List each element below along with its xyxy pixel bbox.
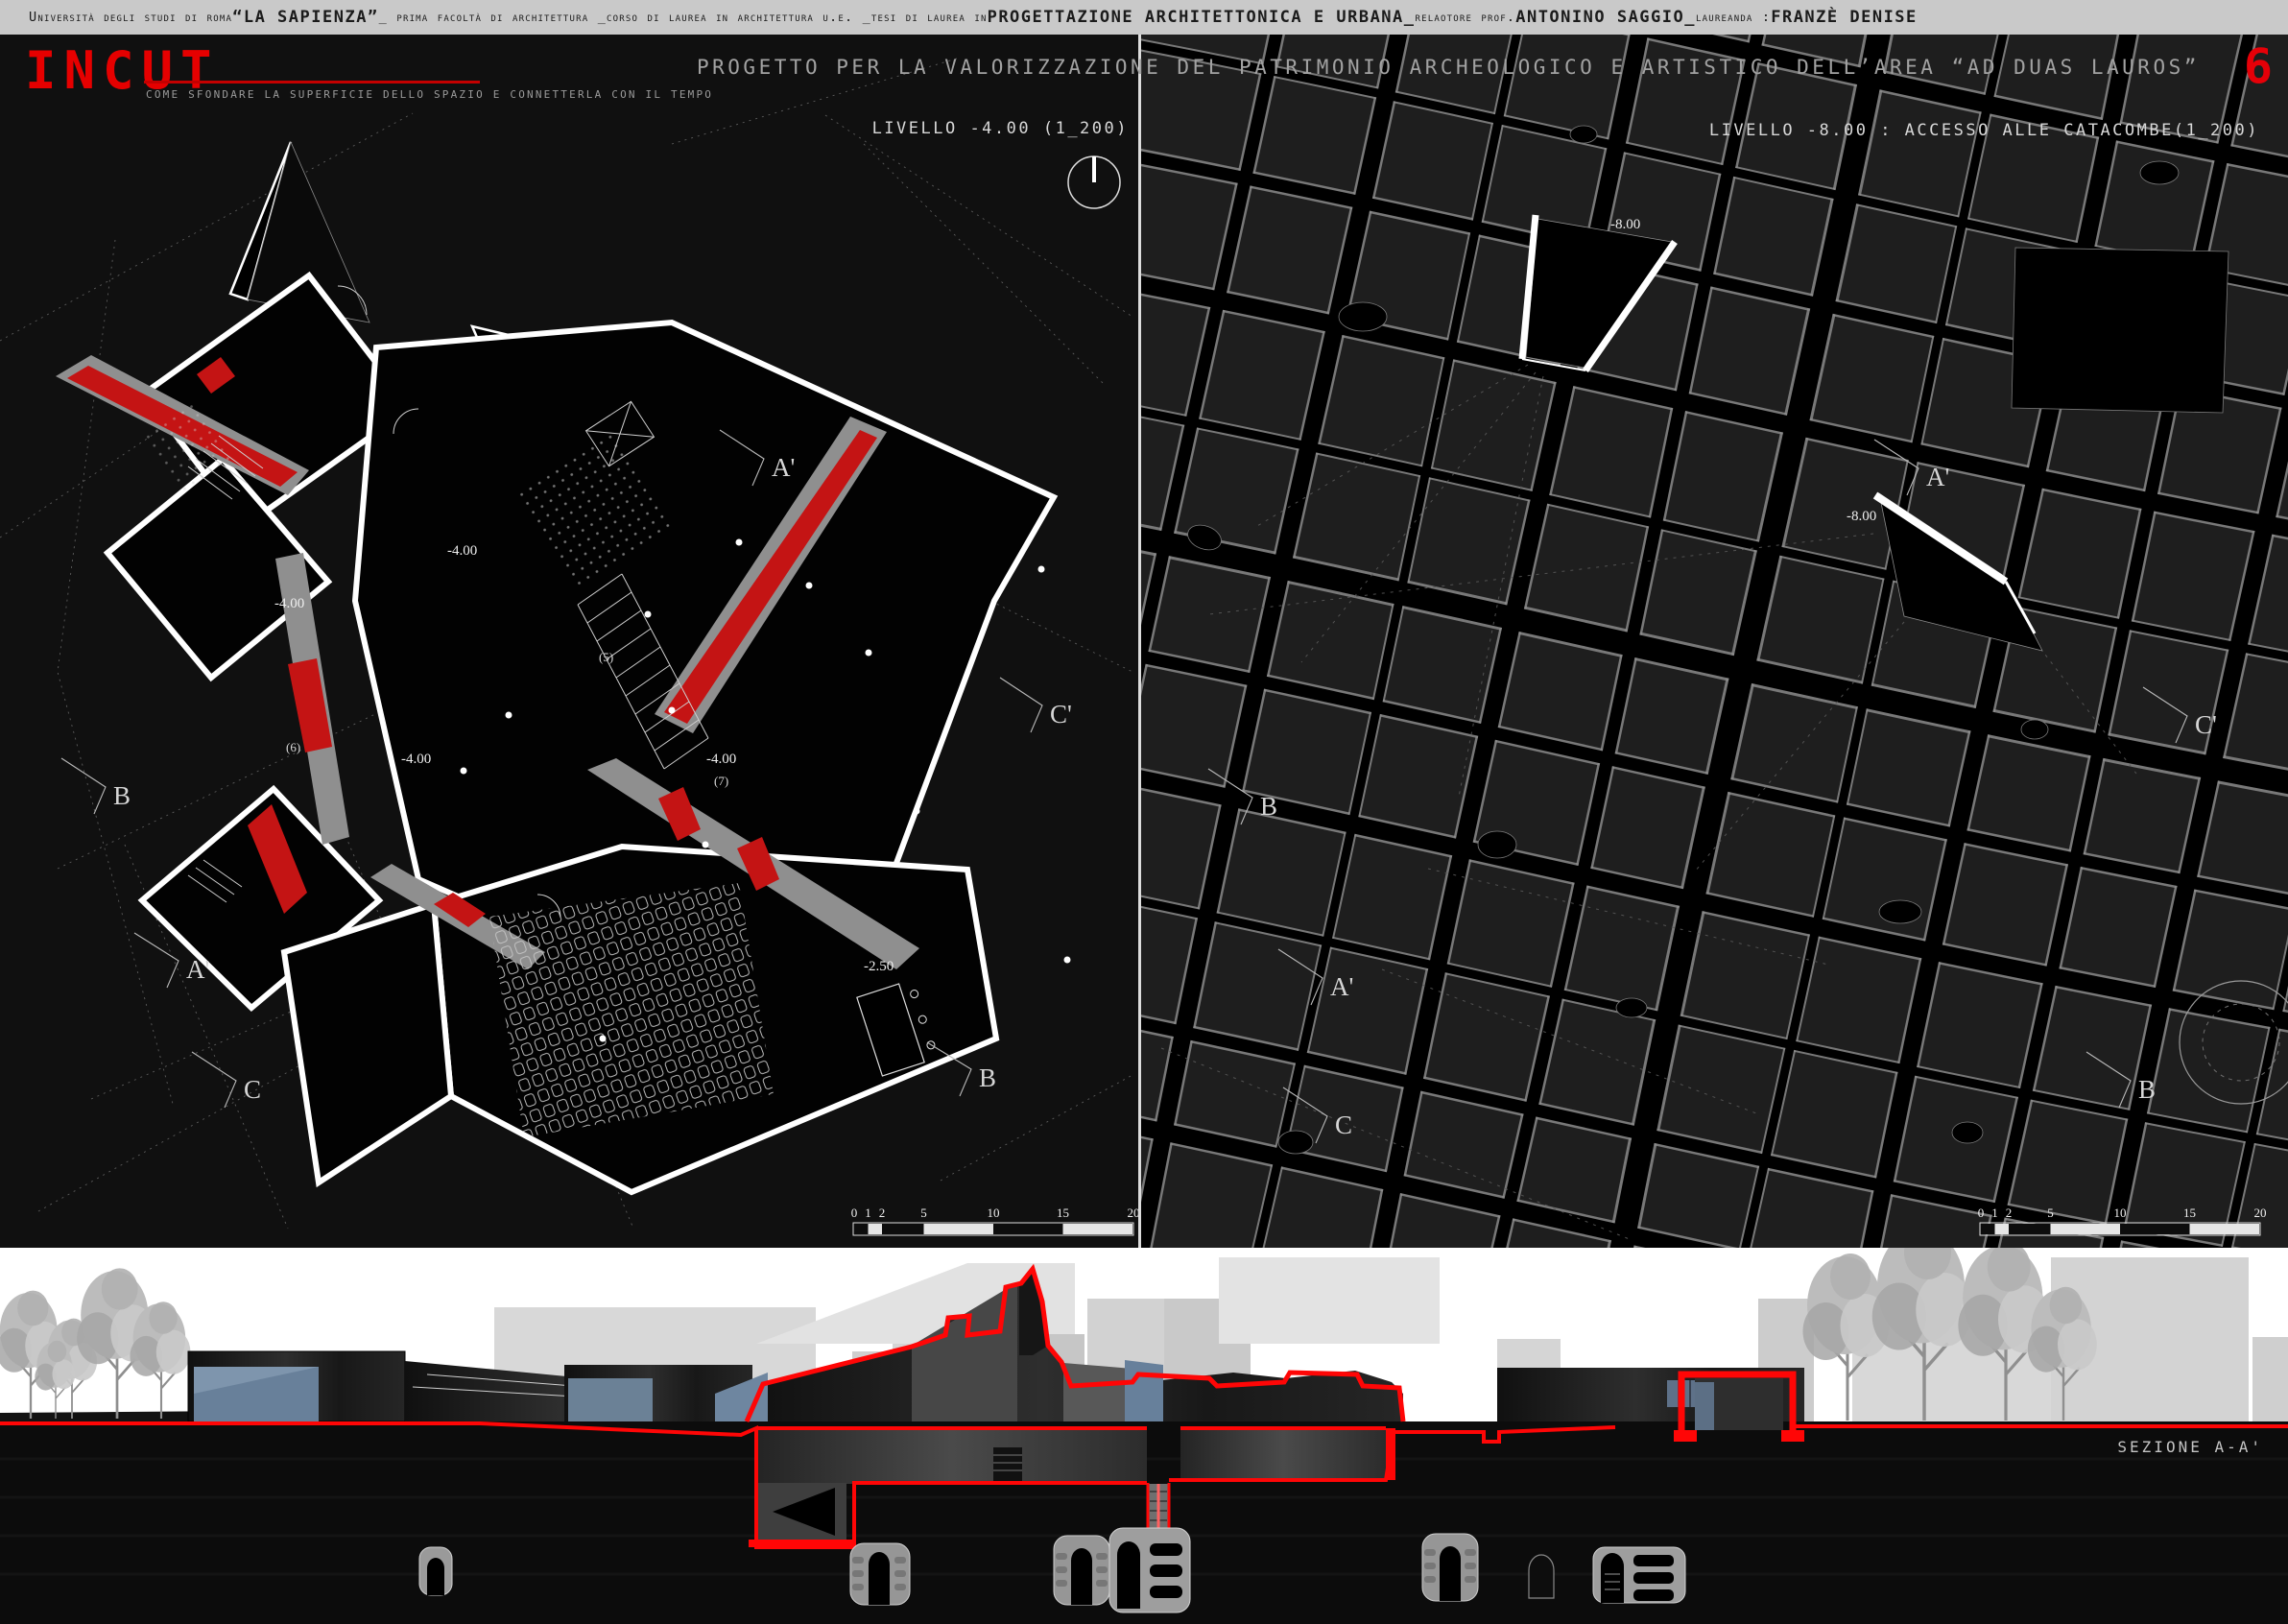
right-panel-subtitle: LIVELLO -8.00 : ACCESSO ALLE CATACOMBE(1… (1709, 121, 2259, 140)
auditorium-seats (489, 883, 774, 1137)
page-number: 6 (2244, 38, 2273, 94)
svg-text:10: 10 (988, 1206, 1000, 1220)
svg-text:20: 20 (2254, 1206, 2267, 1220)
svg-text:2: 2 (2006, 1206, 2013, 1220)
header-university: Università degli studi di roma (29, 10, 232, 25)
section-strip: SEZIONE A-A' (0, 1248, 2288, 1624)
svg-text:10: 10 (2114, 1206, 2127, 1220)
level-label: -4.00 (401, 752, 431, 767)
logo-underline (144, 81, 480, 84)
plans-graphics: -4.00 -4.00 -4.00 -4.00 -2.50 (5) (6) (7… (0, 35, 2288, 1248)
svg-text:C': C' (2195, 710, 2217, 739)
header-bar: Università degli studi di roma “LA SAPIE… (0, 0, 2288, 35)
header-faculty: _ prima facoltà di architettura _corso d… (379, 10, 988, 25)
niche (850, 1543, 910, 1605)
level-label: -2.50 (864, 959, 894, 974)
svg-text:5: 5 (920, 1206, 927, 1220)
niche (419, 1547, 452, 1595)
catacomb-chamber (1593, 1547, 1685, 1603)
glass-panel (568, 1378, 653, 1421)
svg-text:2: 2 (879, 1206, 886, 1220)
svg-text:0: 0 (851, 1206, 858, 1220)
svg-text:15: 15 (2183, 1206, 2196, 1220)
left-panel-plan: -4.00 -4.00 -4.00 -4.00 -2.50 (5) (6) (7… (0, 35, 1140, 1248)
section-label: SEZIONE A-A' (2117, 1438, 2263, 1456)
niche (1422, 1534, 1478, 1601)
svg-text:B: B (2138, 1075, 2156, 1104)
room-number: (6) (286, 740, 300, 754)
svg-text:A': A' (772, 453, 795, 482)
niche (1529, 1555, 1554, 1598)
section-graphics (0, 1248, 2288, 1624)
level-label: -8.00 (1610, 217, 1640, 232)
svg-text:20: 20 (1128, 1206, 1140, 1220)
level-label: -4.00 (706, 752, 736, 767)
header-student-name: FRANZÈ DENISE (1771, 8, 1918, 27)
level-label: -4.00 (447, 543, 477, 559)
large-black-parcel (2012, 248, 2228, 413)
header-advisor-label: relaotore prof. (1416, 10, 1516, 25)
niche (1054, 1536, 1109, 1605)
drawing-board: -4.00 -4.00 -4.00 -4.00 -2.50 (5) (6) (7… (0, 35, 2288, 1248)
board-title: PROGETTO PER LA VALORIZZAZIONE DEL PATRI… (697, 56, 2213, 79)
header-thesis-subject: PROGETTAZIONE ARCHITETTONICA E URBANA_ (988, 8, 1416, 27)
catacomb-chamber (1109, 1528, 1190, 1612)
svg-text:B: B (113, 781, 131, 810)
svg-text:1: 1 (865, 1206, 871, 1220)
svg-text:C: C (1335, 1111, 1352, 1139)
svg-text:0: 0 (1978, 1206, 1985, 1220)
svg-text:B: B (1260, 792, 1277, 821)
svg-text:A': A' (186, 955, 209, 984)
svg-text:A': A' (1330, 972, 1353, 1001)
room-number: (5) (599, 650, 613, 664)
svg-text:A': A' (1926, 463, 1949, 491)
level-label: -4.00 (274, 596, 304, 611)
panel-divider (1138, 35, 1141, 1248)
svg-text:15: 15 (1057, 1206, 1069, 1220)
svg-text:C: C (244, 1075, 261, 1104)
room-number: (7) (714, 774, 728, 788)
svg-text:5: 5 (2047, 1206, 2054, 1220)
project-tagline: COME SFONDARE LA SUPERFICIE DELLO SPAZIO… (146, 88, 713, 101)
header-student-label: laureanda : (1696, 10, 1771, 25)
svg-text:B: B (979, 1063, 996, 1092)
header-sapienza: “LA SAPIENZA” (232, 8, 379, 27)
svg-text:1: 1 (1991, 1206, 1998, 1220)
glass-panel (1125, 1360, 1163, 1421)
left-panel-subtitle: LIVELLO -4.00 (1_200) (872, 119, 1129, 138)
thesis-board: Università degli studi di roma “LA SAPIE… (0, 0, 2288, 1624)
header-advisor-name: ANTONINO SAGGIO_ (1515, 8, 1696, 27)
svg-text:C': C' (1050, 700, 1072, 728)
level-label: -8.00 (1847, 509, 1876, 524)
